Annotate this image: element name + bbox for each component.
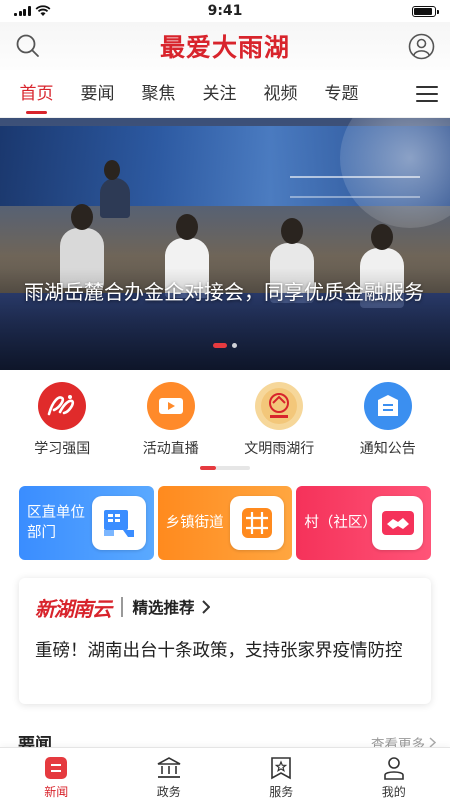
banner-photo-person: [281, 218, 303, 244]
bottom-navigation: 新闻 政务 服务 我的: [0, 747, 450, 800]
banner-dot-active: [213, 343, 227, 348]
card-label: 乡镇街道: [165, 515, 224, 531]
quick-entry-live[interactable]: 活动直播: [117, 382, 226, 466]
channel-tabs: 首页 要闻 聚焦 关注 视频 专题: [0, 70, 450, 118]
handshake-icon: [372, 496, 424, 550]
nav-profile[interactable]: 我的: [338, 748, 450, 800]
quick-entry-label: 通知公告: [359, 441, 416, 457]
tab-video[interactable]: 视频: [250, 70, 311, 118]
banner-dot: [232, 343, 237, 348]
banner-carousel[interactable]: [0, 118, 450, 370]
card-village-community[interactable]: 村（社区）: [296, 486, 432, 560]
tab-focus[interactable]: 聚焦: [128, 70, 189, 118]
status-time: 9:41: [207, 3, 243, 19]
banner-photo-stage-text: [290, 176, 420, 198]
wifi-icon: [35, 5, 50, 16]
nav-label: 服务: [269, 785, 294, 799]
card-label: 区直单位部门: [27, 505, 85, 541]
user-icon[interactable]: [408, 32, 436, 60]
department-cards: 区直单位部门 乡镇街道 村（社区）: [19, 486, 432, 560]
signal-icon: [14, 6, 31, 16]
quick-entry-label: 活动直播: [142, 441, 199, 457]
recommend-label[interactable]: 精选推荐: [133, 596, 195, 618]
tab-home[interactable]: 首页: [6, 70, 67, 118]
quick-entries: 学习强国 活动直播 文明雨湖行 通知公告: [0, 382, 450, 466]
nav-label: 我的: [381, 785, 406, 799]
news-icon: [43, 755, 69, 781]
menu-icon[interactable]: [416, 84, 438, 104]
banner-photo-light: [340, 118, 450, 228]
quick-entry-civilization[interactable]: 文明雨湖行: [225, 382, 334, 466]
banner-photo-person: [104, 160, 120, 180]
nav-service[interactable]: 服务: [225, 748, 338, 800]
study-icon: [38, 382, 87, 430]
battery-level: [414, 7, 432, 15]
banner-photo-person: [100, 178, 130, 218]
tab-special[interactable]: 专题: [311, 70, 372, 118]
banner-pagination: [0, 343, 450, 348]
xinhunan-logo: 新湖南云: [35, 596, 112, 621]
quick-dot-active: [200, 466, 216, 470]
building-icon: [91, 496, 146, 550]
banner-photo-person: [371, 224, 393, 250]
quick-entry-label: 文明雨湖行: [244, 441, 315, 457]
banner-caption[interactable]: 雨湖岳麓合办金企对接会，同享优质金融服务: [24, 277, 436, 307]
recommend-card[interactable]: 新湖南云 精选推荐 重磅！湖南出台十条政策，支持张家界疫情防控: [19, 578, 431, 704]
government-icon: [156, 755, 182, 781]
quick-entry-study[interactable]: 学习强国: [8, 382, 117, 466]
service-icon: [268, 755, 294, 781]
status-right: [316, 5, 439, 17]
battery-icon: [412, 5, 439, 17]
quick-entry-notice[interactable]: 通知公告: [334, 382, 443, 466]
status-bar: 9:41: [0, 0, 450, 22]
video-icon: [146, 382, 195, 430]
quick-entry-label: 学习强国: [34, 441, 91, 457]
card-towns-streets[interactable]: 乡镇街道: [157, 486, 293, 560]
tab-headlines[interactable]: 要闻: [67, 70, 128, 118]
search-icon[interactable]: [14, 32, 42, 60]
crossroad-icon: [230, 496, 285, 550]
divider: [121, 597, 123, 617]
status-left: [14, 5, 134, 17]
profile-icon: [381, 755, 407, 781]
quick-entries-pagination: [0, 466, 450, 470]
app-title: 最爱大雨湖: [159, 33, 290, 62]
app-header: 最爱大雨湖: [0, 22, 450, 70]
card-district-departments[interactable]: 区直单位部门: [19, 486, 154, 560]
tab-follow[interactable]: 关注: [189, 70, 250, 118]
banner-photo-person: [176, 214, 198, 240]
notice-icon: [363, 382, 412, 430]
quick-dot: [216, 466, 250, 470]
nav-label: 新闻: [44, 785, 69, 799]
card-label: 村（社区）: [304, 515, 377, 531]
chevron-right-icon: [201, 600, 210, 614]
banner-photo-person: [71, 204, 93, 230]
civilization-emblem-icon: [255, 382, 304, 430]
recommend-headline[interactable]: 重磅！湖南出台十条政策，支持张家界疫情防控: [35, 636, 415, 667]
nav-label: 政务: [156, 785, 181, 799]
recommend-header: 新湖南云 精选推荐: [35, 594, 415, 621]
nav-government[interactable]: 政务: [113, 748, 226, 800]
nav-news[interactable]: 新闻: [0, 748, 113, 800]
